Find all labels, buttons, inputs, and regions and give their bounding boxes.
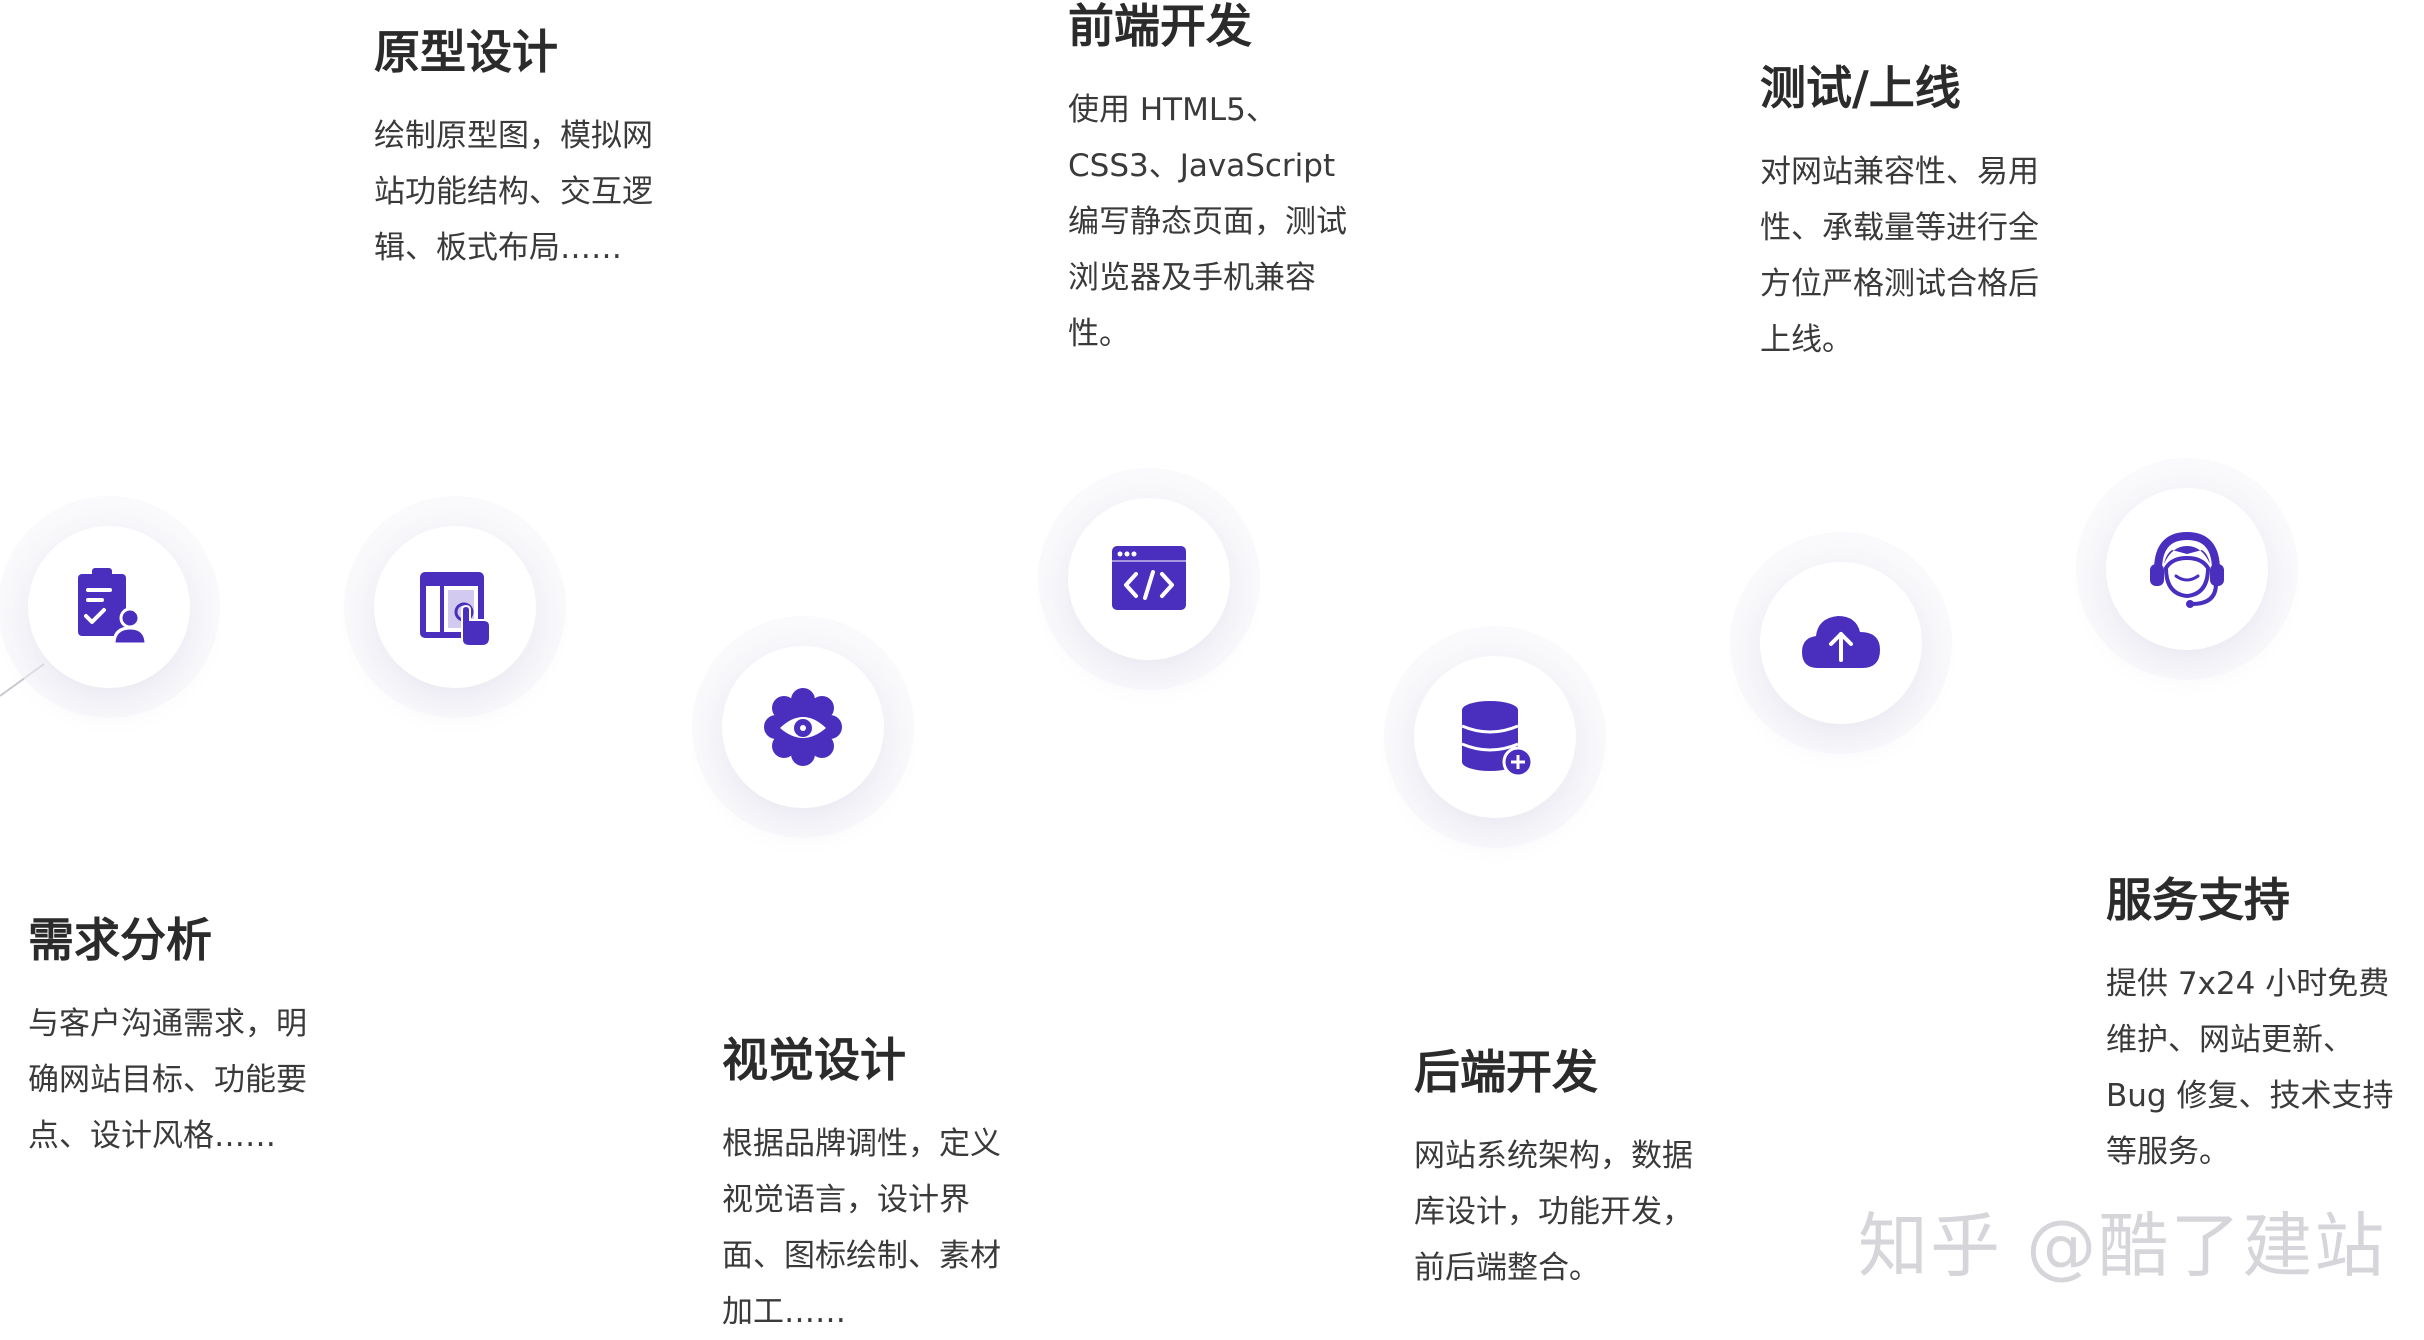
step-1-title: 需求分析: [28, 913, 212, 967]
step-1-icon-circle: [28, 526, 190, 688]
step-6: 测试/上线 对网站兼容性、易用 性、承载量等进行全 方位严格测试合格后 上线。: [1760, 60, 2100, 368]
clipboard-user-icon: [78, 568, 148, 646]
cloud-upload-icon: [1802, 616, 1880, 668]
step-6-title: 测试/上线: [1760, 61, 1961, 115]
step-5-desc: 网站系统架构，数据 库设计，功能开发， 前后端整合。: [1414, 1137, 1693, 1286]
watermark: 知乎 @酷了建站: [1858, 1205, 2387, 1287]
step-4-desc: 使用 HTML5、 CSS3、JavaScript 编写静态页面，测试 浏览器及…: [1068, 91, 1347, 352]
headset-support-icon: [2150, 531, 2224, 608]
step-2-icon-circle: [374, 526, 536, 688]
step-6-icon-circle: [1760, 562, 1922, 724]
step-4-icon-circle: [1068, 498, 1230, 660]
step-3-icon-circle: [722, 646, 884, 808]
step-7-title: 服务支持: [2106, 873, 2290, 927]
step-2: 原型设计 绘制原型图，模拟网 站功能结构、交互逻 辑、板式布局……: [374, 24, 714, 276]
step-4: 前端开发 使用 HTML5、 CSS3、JavaScript 编写静态页面，测试…: [1068, 0, 1408, 362]
eye-flower-icon: [764, 688, 842, 766]
step-6-desc: 对网站兼容性、易用 性、承载量等进行全 方位严格测试合格后 上线。: [1760, 153, 2039, 358]
step-1: 需求分析 与客户沟通需求，明 确网站目标、功能要 点、设计风格……: [28, 912, 368, 1164]
step-1-desc: 与客户沟通需求，明 确网站目标、功能要 点、设计风格……: [28, 1005, 307, 1154]
step-2-desc: 绘制原型图，模拟网 站功能结构、交互逻 辑、板式布局……: [374, 117, 653, 266]
layout-pointer-icon: [420, 572, 491, 647]
step-5-icon-circle: [1414, 656, 1576, 818]
step-5: 后端开发 网站系统架构，数据 库设计，功能开发， 前后端整合。: [1414, 1044, 1754, 1296]
step-7-icon-circle: [2106, 488, 2268, 650]
step-3: 视觉设计 根据品牌调性，定义 视觉语言，设计界 面、图标绘制、素材 加工……: [722, 1032, 1062, 1340]
step-7-desc: 提供 7x24 小时免费 维护、网站更新、 Bug 修复、技术支持 等服务。: [2106, 965, 2394, 1170]
code-window-icon: [1112, 546, 1186, 610]
step-7: 服务支持 提供 7x24 小时免费 维护、网站更新、 Bug 修复、技术支持 等…: [2106, 872, 2424, 1180]
step-5-title: 后端开发: [1414, 1045, 1598, 1099]
database-add-icon: [1461, 701, 1534, 778]
step-2-title: 原型设计: [374, 25, 558, 79]
step-3-title: 视觉设计: [722, 1033, 906, 1087]
step-3-desc: 根据品牌调性，定义 视觉语言，设计界 面、图标绘制、素材 加工……: [722, 1125, 1001, 1330]
step-4-title: 前端开发: [1068, 0, 1252, 53]
